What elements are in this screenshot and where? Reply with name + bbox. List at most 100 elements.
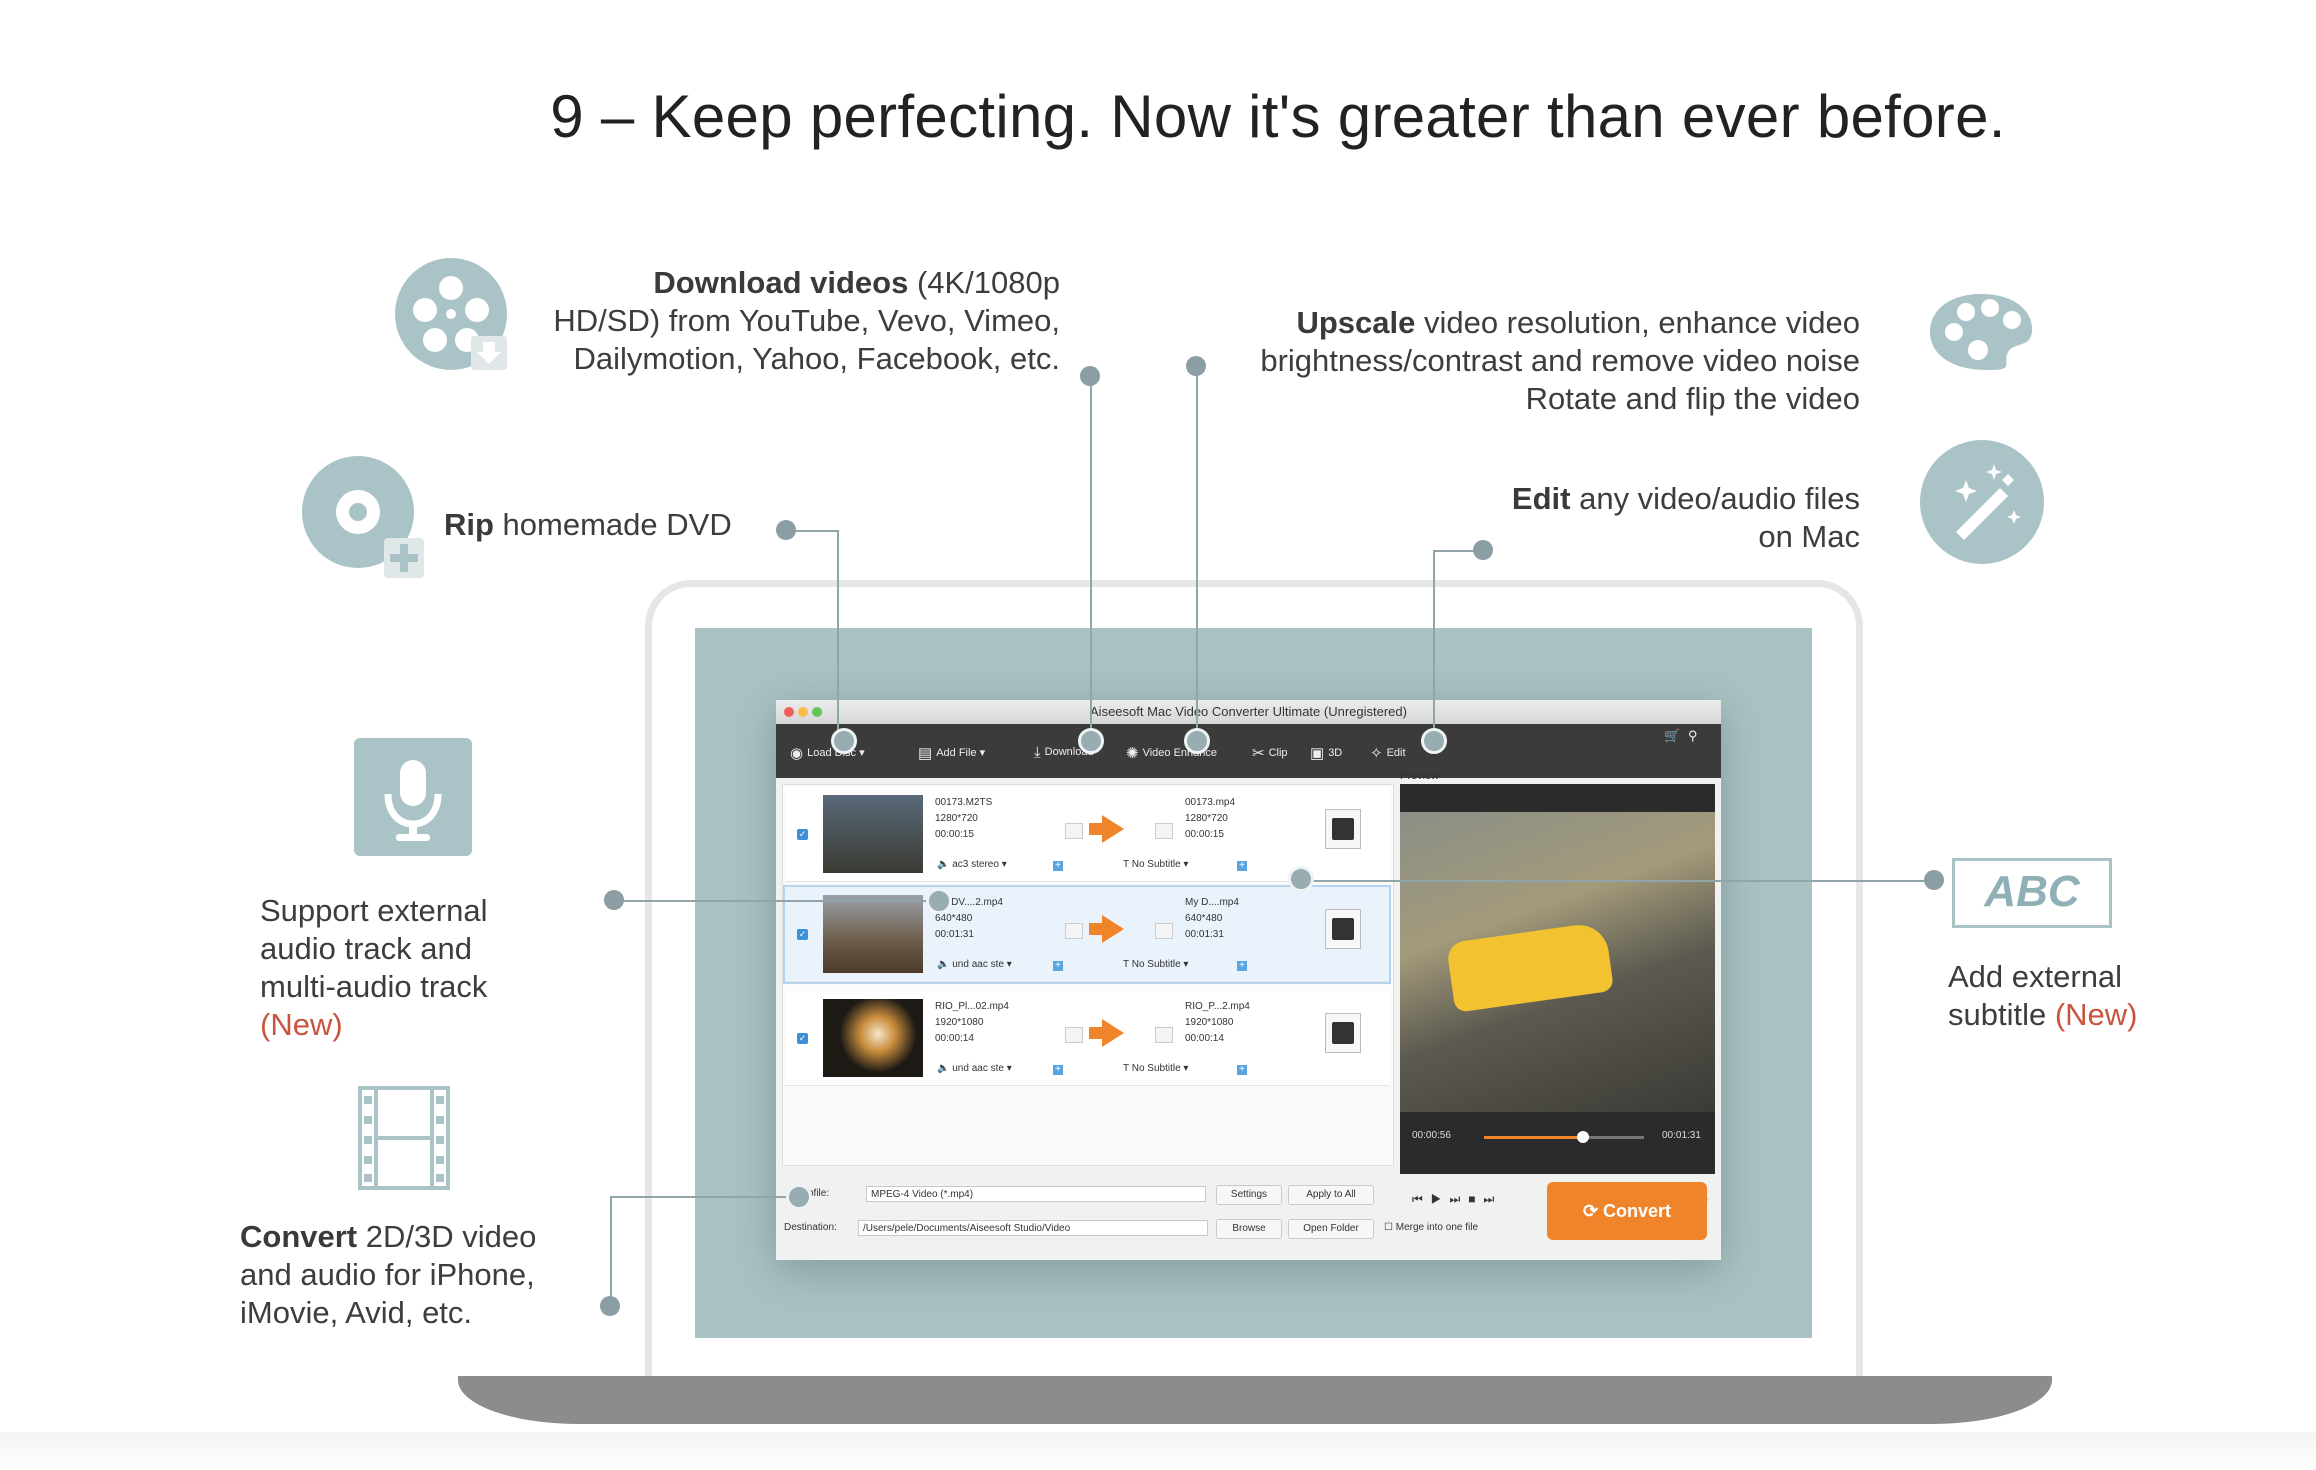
audio-track-select[interactable]: 🔈 ac3 stereo ▾ <box>937 859 1007 870</box>
close-window-icon[interactable] <box>784 707 794 717</box>
source-info: RIO_Pl...02.mp4 1920*1080 00:00:14 <box>935 1001 1009 1044</box>
scissors-icon: ✂ <box>1252 745 1265 762</box>
playback-buttons[interactable]: ⏮▶⏭■⏭ <box>1412 1192 1502 1207</box>
audio-track-select[interactable]: 🔈 und aac ste ▾ <box>937 1063 1012 1074</box>
3d-button[interactable]: ▣ 3D <box>1310 744 1342 762</box>
callout-dot <box>600 1296 620 1316</box>
callout-marker <box>831 728 857 754</box>
callout-dot <box>776 520 796 540</box>
file-list: ✓ 00173.M2TS 1280*720 00:00:15 00173.mp4… <box>782 784 1394 1166</box>
film-icon[interactable] <box>1325 809 1361 849</box>
callout-dot <box>1186 356 1206 376</box>
output-icon[interactable] <box>1155 923 1173 939</box>
video-thumbnail <box>823 795 923 873</box>
subtitle-select[interactable]: T No Subtitle ▾ <box>1123 1063 1188 1074</box>
row-checkbox[interactable]: ✓ <box>797 929 808 940</box>
app-window: Aiseesoft Mac Video Converter Ultimate (… <box>776 700 1721 1260</box>
callout-marker <box>1184 728 1210 754</box>
time-total: 00:01:31 <box>1662 1130 1701 1141</box>
add-file-button[interactable]: ▤ Add File ▾ <box>918 744 985 762</box>
add-subtitle-icon[interactable]: + <box>1237 1065 1247 1075</box>
film-strip-icon <box>358 1086 450 1190</box>
abc-subtitle-icon: ABC <box>1952 858 2112 928</box>
output-icon[interactable] <box>1155 823 1173 839</box>
download-icon: ⤓ <box>1034 744 1041 761</box>
seek-handle[interactable] <box>1577 1131 1590 1143</box>
clip-button[interactable]: ✂ Clip <box>1252 744 1288 762</box>
film-reel-download-icon <box>395 258 507 370</box>
destination-field[interactable]: /Users/pele/Documents/Aiseesoft Studio/V… <box>858 1220 1208 1236</box>
convert-button[interactable]: ⟳ Convert <box>1547 1182 1707 1240</box>
magic-wand-icon <box>1920 440 2044 564</box>
toolbar: ◉ Load Disc ▾ ▤ Add File ▾ ⤓ Download ✺ Vide… <box>776 724 1721 778</box>
microphone-icon <box>354 738 472 856</box>
video-thumbnail <box>823 999 923 1077</box>
dvd-disc-add-icon <box>302 456 424 578</box>
convert-arrow-icon <box>1102 915 1124 943</box>
video-thumbnail <box>823 895 923 973</box>
apply-to-all-button[interactable]: Apply to All <box>1288 1185 1374 1205</box>
row-checkbox[interactable]: ✓ <box>797 829 808 840</box>
window-title: Aiseesoft Mac Video Converter Ultimate (… <box>1090 704 1407 719</box>
enhance-icon: ✺ <box>1126 745 1139 762</box>
connector-line <box>1196 366 1198 740</box>
callout-marker <box>1288 866 1314 892</box>
convert-feature-text: Convert 2D/3D video and audio for iPhone… <box>240 1219 537 1330</box>
account-icon[interactable]: ⚲ <box>1688 728 1698 744</box>
subtitle-select[interactable]: T No Subtitle ▾ <box>1123 959 1188 970</box>
add-subtitle-icon[interactable]: + <box>1237 961 1247 971</box>
seek-bar[interactable] <box>1484 1131 1644 1143</box>
row-checkbox[interactable]: ✓ <box>797 1033 808 1044</box>
minimize-window-icon[interactable] <box>798 707 808 717</box>
film-icon[interactable] <box>1325 909 1361 949</box>
audio-track-select[interactable]: 🔈 und aac ste ▾ <box>937 959 1012 970</box>
maximize-window-icon[interactable] <box>812 707 822 717</box>
film-icon[interactable] <box>1325 1013 1361 1053</box>
add-subtitle-icon[interactable]: + <box>1237 861 1247 871</box>
subtitle-select[interactable]: T No Subtitle ▾ <box>1123 859 1188 870</box>
preview-label: Preview <box>1400 770 1440 782</box>
output-icon[interactable] <box>1155 1027 1173 1043</box>
callout-marker <box>926 888 952 914</box>
cut-icon[interactable] <box>1065 823 1083 839</box>
callout-dot <box>1924 870 1944 890</box>
add-audio-icon[interactable]: + <box>1053 961 1063 971</box>
subtitle-feature-text: Add external subtitle (New) <box>1948 959 2138 1032</box>
settings-button[interactable]: Settings <box>1216 1185 1282 1205</box>
rip-feature-text: Rip homemade DVD <box>444 507 732 542</box>
destination-label: Destination: <box>784 1222 837 1233</box>
browse-button[interactable]: Browse <box>1216 1219 1282 1239</box>
refresh-icon: ⟳ <box>1582 1201 1604 1221</box>
output-info: 00173.mp4 1280*720 00:00:15 <box>1185 797 1236 840</box>
cut-icon[interactable] <box>1065 923 1083 939</box>
preview-video[interactable] <box>1400 812 1715 1112</box>
callout-marker <box>786 1184 812 1210</box>
connector-line <box>614 900 940 902</box>
callout-marker <box>1078 728 1104 754</box>
edit-button[interactable]: ✧ Edit <box>1370 744 1406 762</box>
profile-select[interactable]: MPEG-4 Video (*.mp4) <box>866 1186 1206 1202</box>
open-folder-button[interactable]: Open Folder <box>1288 1219 1374 1239</box>
cut-icon[interactable] <box>1065 1027 1083 1043</box>
merge-checkbox[interactable]: ☐ Merge into one file <box>1384 1222 1478 1233</box>
add-audio-icon[interactable]: + <box>1053 861 1063 871</box>
arrow-stem <box>1089 923 1103 935</box>
page-title: 9 – Keep perfecting. Now it's greater th… <box>550 83 2006 150</box>
edit-feature-text: Edit any video/audio files on Mac <box>1511 481 1860 554</box>
add-audio-icon[interactable]: + <box>1053 1065 1063 1075</box>
output-info: RIO_P...2.mp4 1920*1080 00:00:14 <box>1185 1001 1250 1044</box>
connector-line <box>610 1196 612 1306</box>
download-feature-text: Download videos (4K/1080p HD/SD) from Yo… <box>553 265 1060 376</box>
connector-line <box>1433 550 1435 740</box>
taxi-image <box>1445 921 1615 1013</box>
cart-icon[interactable]: 🛒 <box>1664 728 1680 744</box>
palette-icon <box>1928 292 2034 372</box>
connector-line <box>610 1196 798 1198</box>
disc-icon: ◉ <box>790 745 804 762</box>
connector-line <box>1090 376 1092 740</box>
laptop-shadow <box>0 1432 2316 1470</box>
add-file-icon: ▤ <box>918 745 933 762</box>
upscale-feature-text: Upscale video resolution, enhance video … <box>1260 305 1860 416</box>
file-row[interactable]: ✓ RIO_Pl...02.mp4 1920*1080 00:00:14 RIO… <box>785 991 1389 1086</box>
source-info: 00173.M2TS 1280*720 00:00:15 <box>935 797 993 840</box>
